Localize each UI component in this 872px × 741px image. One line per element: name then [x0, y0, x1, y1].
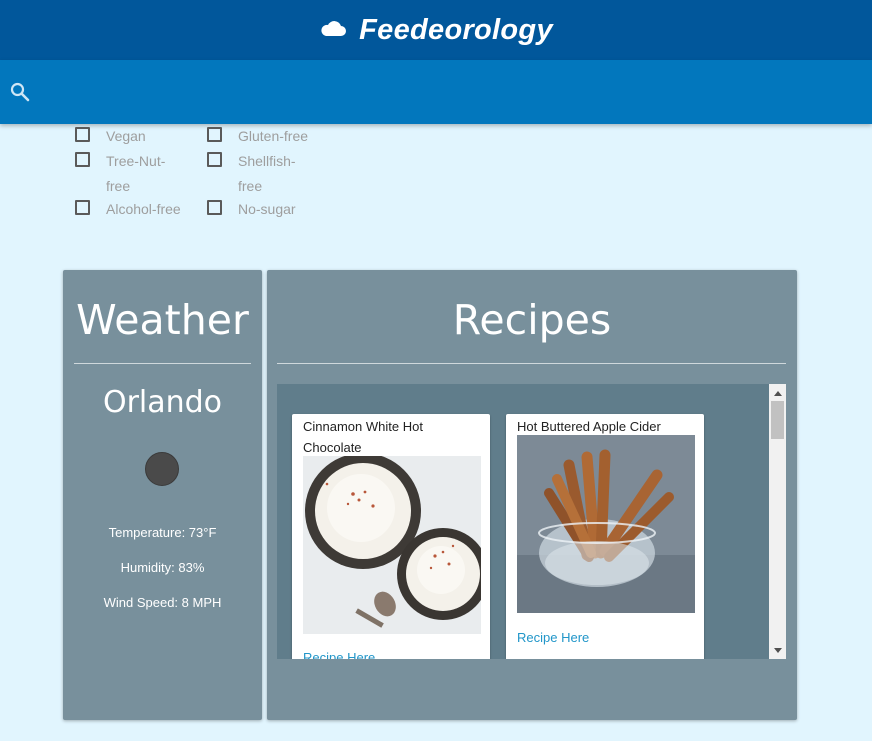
checkbox[interactable]: [207, 127, 222, 142]
scrollbar-thumb[interactable]: [771, 401, 784, 439]
filter-label: Vegan: [106, 128, 146, 144]
recipe-card: Cinnamon White Hot Chocolate Recipe Here: [292, 414, 490, 659]
filter-alcohol-free[interactable]: Alcohol-free: [75, 197, 206, 222]
checkbox[interactable]: [207, 152, 222, 167]
app-title: Feedeorology: [359, 13, 553, 46]
weather-title: Weather: [76, 296, 249, 344]
scrollbar[interactable]: [769, 384, 786, 659]
search-bar[interactable]: [0, 60, 872, 124]
scroll-up-icon[interactable]: [769, 384, 786, 401]
checkbox[interactable]: [75, 200, 90, 215]
divider: [277, 363, 786, 364]
brand: Feedeorology: [319, 14, 553, 47]
cloud-icon: [319, 18, 347, 43]
recipe-title: Cinnamon White Hot Chocolate: [303, 419, 423, 455]
divider: [74, 363, 251, 364]
filter-gluten-free[interactable]: Gluten-free: [207, 124, 328, 149]
filter-label: Alcohol-free: [106, 201, 181, 217]
filter-label: No-sugar: [238, 201, 296, 217]
temperature: Temperature: 73°F: [108, 525, 217, 540]
recipe-link[interactable]: Recipe Here: [303, 650, 375, 659]
checkbox[interactable]: [75, 127, 90, 142]
filter-shellfish-free[interactable]: Shellfish-free: [207, 149, 302, 199]
app-header: Feedeorology: [0, 0, 872, 60]
recipes-title: Recipes: [452, 296, 612, 344]
cinnamon-sticks-photo: [517, 435, 695, 613]
humidity: Humidity: 83%: [120, 560, 205, 575]
filter-label: Tree-Nut-free: [106, 153, 166, 194]
filter-vegan[interactable]: Vegan: [75, 124, 188, 149]
filter-tree-nut-free[interactable]: Tree-Nut-free: [75, 149, 170, 199]
weather-icon: [145, 452, 179, 486]
scroll-down-icon[interactable]: [769, 642, 786, 659]
recipes-panel: Recipes Cinnamon White Hot Chocolate Rec…: [267, 270, 797, 720]
recipe-list[interactable]: Cinnamon White Hot Chocolate Recipe Here…: [277, 384, 786, 659]
wind-speed: Wind Speed: 8 MPH: [103, 595, 222, 610]
recipe-link[interactable]: Recipe Here: [517, 630, 589, 645]
filter-no-sugar[interactable]: No-sugar: [207, 197, 320, 222]
recipe-title: Hot Buttered Apple Cider: [517, 419, 661, 434]
weather-panel: Weather Orlando Temperature: 73°F Humidi…: [63, 270, 262, 720]
filter-label: Shellfish-free: [238, 153, 296, 194]
filter-label: Gluten-free: [238, 128, 309, 144]
diet-filters: Vegan Gluten-free Tree-Nut-free Shellfis…: [0, 124, 872, 264]
checkbox[interactable]: [207, 200, 222, 215]
white-hot-chocolate-photo: [303, 453, 489, 634]
recipe-card: Hot Buttered Apple Cider Recipe Here: [506, 414, 704, 659]
checkbox[interactable]: [75, 152, 90, 167]
city-name: Orlando: [102, 385, 223, 420]
search-icon[interactable]: [9, 81, 31, 103]
